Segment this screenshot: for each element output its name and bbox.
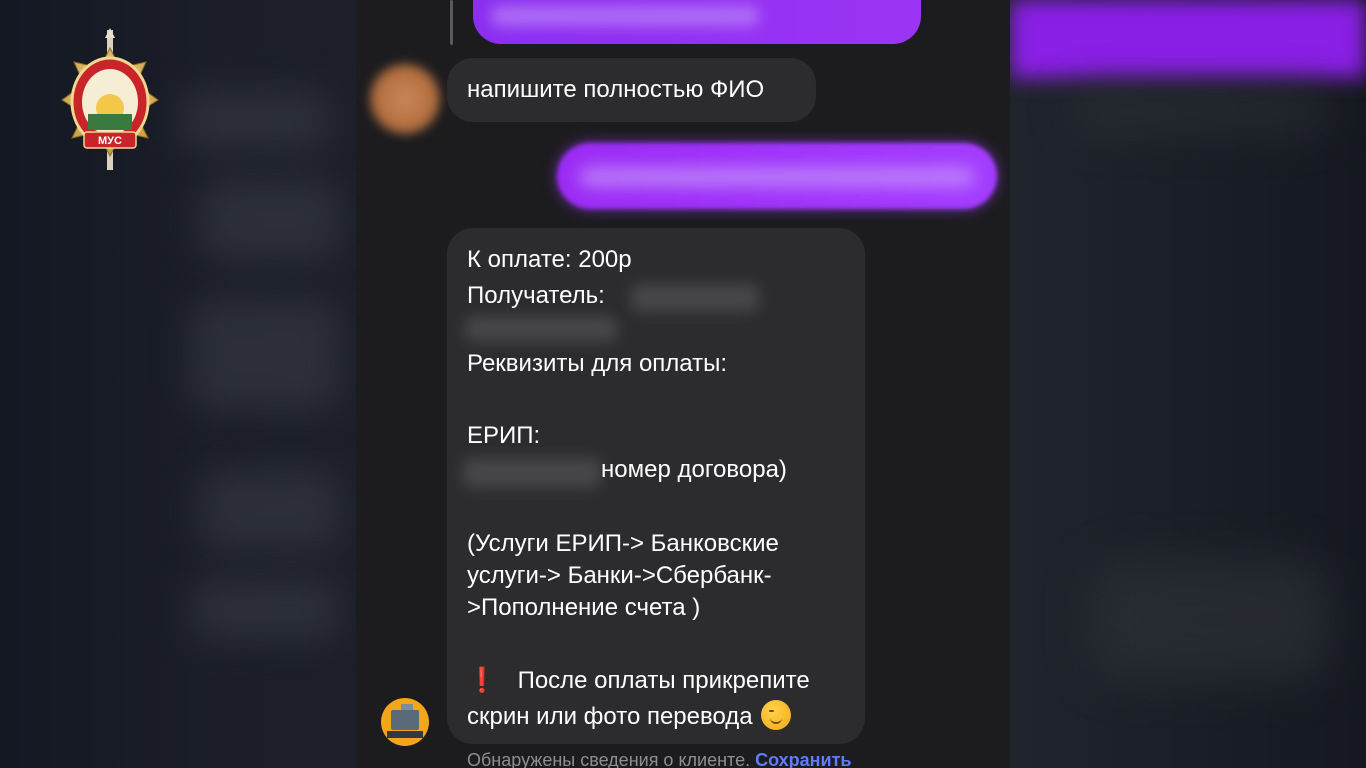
svg-text:МУС: МУС: [98, 135, 122, 147]
chat-screen: напишите полностью ФИО К оплате: 200р По…: [356, 0, 1010, 768]
client-info-text: Обнаружены сведения о клиенте.: [467, 750, 751, 768]
erip-path-line: >Пополнение счета ): [467, 594, 701, 621]
after-payment-line: ❗ После оплаты прикрепите: [467, 666, 810, 695]
outgoing-message-bubble-redacted[interactable]: [473, 0, 921, 44]
save-client-link[interactable]: Сохранить: [755, 750, 851, 768]
requisites-label: Реквизиты для оплаты:: [467, 350, 728, 377]
contract-suffix: номер договора): [601, 456, 787, 483]
after-payment-text: После оплаты прикрепите: [517, 667, 810, 694]
after-payment-line: скрин или фото перевода: [467, 700, 791, 731]
erip-path-line: (Услуги ЕРИП-> Банковские: [467, 530, 779, 557]
amount-line: К оплате: 200р: [467, 246, 632, 273]
sender-avatar[interactable]: [370, 64, 440, 134]
blurred-background-left: [0, 0, 356, 768]
erip-path-line: услуги-> Банки->Сбербанк-: [467, 562, 772, 589]
after-payment-text: скрин или фото перевода: [467, 703, 753, 730]
blurred-background-right: [1010, 0, 1366, 768]
redacted-recipient-name: [631, 284, 759, 312]
incoming-message-bubble[interactable]: напишите полностью ФИО: [447, 58, 816, 122]
recipient-label: Получатель:: [467, 282, 605, 309]
bot-avatar[interactable]: [381, 698, 429, 746]
redacted-recipient-surname: [465, 316, 617, 342]
redacted-contract-number: [463, 458, 601, 488]
winking-face-icon: [760, 700, 791, 730]
reply-quote-line: [450, 0, 453, 45]
erip-label: ЕРИП:: [467, 422, 541, 449]
mus-emblem-logo: МУС: [58, 28, 162, 174]
exclamation-icon: ❗: [467, 667, 497, 694]
payment-instructions-bubble[interactable]: К оплате: 200р Получатель: Реквизиты для…: [447, 228, 865, 744]
outgoing-message-bubble-redacted[interactable]: [557, 143, 997, 209]
client-info-notice: Обнаружены сведения о клиенте. Сохранить: [467, 750, 852, 768]
message-text: напишите полностью ФИО: [467, 76, 765, 103]
